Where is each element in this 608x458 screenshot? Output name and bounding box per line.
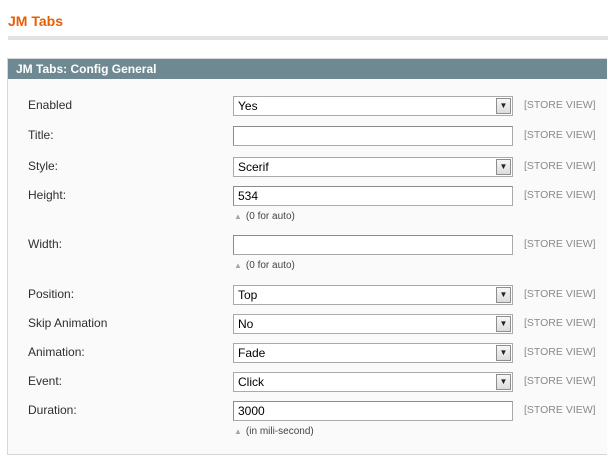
position-label: Position: <box>28 287 75 301</box>
height-scope: [STORE VIEW] <box>524 189 596 201</box>
config-page: JM Tabs JM Tabs: Config General Enabled … <box>0 0 608 458</box>
event-select-value: Click <box>238 375 264 389</box>
triangle-up-icon: ▲ <box>234 212 242 221</box>
enabled-label: Enabled <box>28 98 73 112</box>
position-select-value: Top <box>238 288 258 302</box>
skip-animation-select[interactable]: No ▼ <box>233 314 513 334</box>
section-header[interactable]: JM Tabs: Config General <box>8 59 607 79</box>
enabled-scope: [STORE VIEW] <box>524 99 596 111</box>
chevron-down-icon[interactable]: ▼ <box>496 287 511 303</box>
duration-label: Duration: <box>28 403 77 417</box>
animation-select[interactable]: Fade ▼ <box>233 343 513 363</box>
animation-label: Animation: <box>28 345 85 359</box>
chevron-down-icon[interactable]: ▼ <box>496 374 511 390</box>
position-select[interactable]: Top ▼ <box>233 285 513 305</box>
event-scope: [STORE VIEW] <box>524 375 596 387</box>
title-input[interactable] <box>233 126 513 146</box>
title-divider <box>8 36 608 40</box>
style-scope: [STORE VIEW] <box>524 160 596 172</box>
enabled-select-value: Yes <box>238 99 258 113</box>
width-note-text: (0 for auto) <box>245 260 295 271</box>
style-label: Style: <box>28 159 59 173</box>
duration-note-text: (in mili-second) <box>245 426 314 437</box>
height-note: ▲ (0 for auto) <box>234 211 295 222</box>
height-label: Height: <box>28 188 67 202</box>
triangle-up-icon: ▲ <box>234 427 242 436</box>
animation-scope: [STORE VIEW] <box>524 346 596 358</box>
config-general-section: JM Tabs: Config General Enabled Yes ▼ [S… <box>7 58 607 455</box>
animation-select-value: Fade <box>238 346 266 360</box>
width-label: Width: <box>28 237 63 251</box>
skip-animation-scope: [STORE VIEW] <box>524 317 596 329</box>
duration-scope: [STORE VIEW] <box>524 404 596 416</box>
enabled-select[interactable]: Yes ▼ <box>233 96 513 116</box>
event-select[interactable]: Click ▼ <box>233 372 513 392</box>
style-select-value: Scerif <box>238 160 269 174</box>
skip-animation-label: Skip Animation <box>28 316 108 330</box>
triangle-up-icon: ▲ <box>234 261 242 270</box>
width-input[interactable] <box>233 235 513 255</box>
page-title: JM Tabs <box>8 13 63 29</box>
height-input[interactable] <box>233 186 513 206</box>
duration-input[interactable] <box>233 401 513 421</box>
width-scope: [STORE VIEW] <box>524 238 596 250</box>
duration-note: ▲ (in mili-second) <box>234 426 314 437</box>
position-scope: [STORE VIEW] <box>524 288 596 300</box>
width-note: ▲ (0 for auto) <box>234 260 295 271</box>
skip-animation-select-value: No <box>238 317 254 331</box>
style-select[interactable]: Scerif ▼ <box>233 157 513 177</box>
event-label: Event: <box>28 374 63 388</box>
chevron-down-icon[interactable]: ▼ <box>496 316 511 332</box>
chevron-down-icon[interactable]: ▼ <box>496 98 511 114</box>
chevron-down-icon[interactable]: ▼ <box>496 159 511 175</box>
height-note-text: (0 for auto) <box>245 211 295 222</box>
chevron-down-icon[interactable]: ▼ <box>496 345 511 361</box>
title-label: Title: <box>28 128 54 142</box>
title-scope: [STORE VIEW] <box>524 129 596 141</box>
